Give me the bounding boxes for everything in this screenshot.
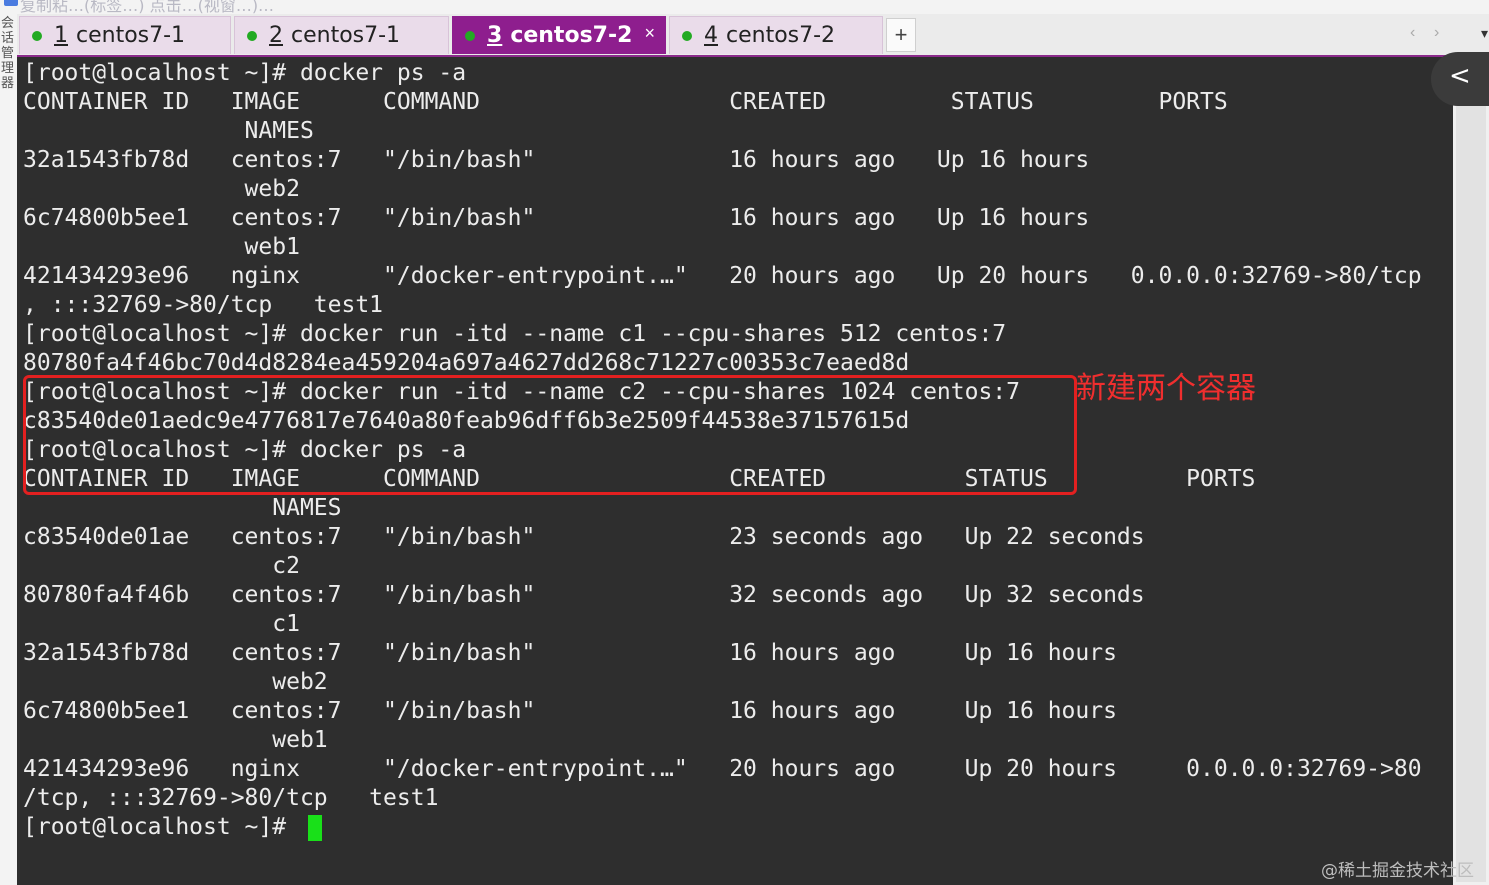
connected-status-icon — [32, 31, 42, 41]
terminal-line: 421434293e96 nginx "/docker-entrypoint.…… — [23, 263, 1422, 289]
terminal-line: , :::32769->80/tcp test1 — [23, 292, 384, 318]
new-tab-button[interactable]: + — [886, 18, 916, 52]
terminal-line: c83540de01ae centos:7 "/bin/bash" 23 sec… — [23, 524, 1145, 550]
tab-label: 2 centos7-1 — [269, 23, 401, 48]
terminal-line: 80780fa4f46b centos:7 "/bin/bash" 32 sec… — [23, 582, 1145, 608]
tab-4[interactable]: 4 centos7-2 — [669, 16, 883, 54]
tab-label: 4 centos7-2 — [704, 23, 836, 48]
terminal-line: [root@localhost ~]# docker run -itd --na… — [23, 321, 1007, 347]
highlight-annotation-box — [23, 375, 1077, 495]
tab-label: 1 centos7-1 — [54, 23, 186, 48]
terminal-line: 80780fa4f46bc70d4d8284ea459204a697a4627d… — [23, 350, 910, 376]
session-manager-side-tab[interactable]: 会话管理器 — [0, 14, 18, 885]
terminal-line: 421434293e96 nginx "/docker-entrypoint.…… — [23, 756, 1422, 782]
scroll-tabs-left-icon[interactable]: ‹ — [1410, 24, 1415, 42]
app-icon — [4, 0, 18, 6]
terminal-line: web1 — [23, 727, 328, 753]
window-title: 复制粘…(标签…) 点击…(视窗…)… — [20, 0, 275, 14]
connected-status-icon — [247, 31, 257, 41]
terminal-line: c2 — [23, 553, 300, 579]
terminal-line: c1 — [23, 611, 300, 637]
terminal-line: CONTAINER ID IMAGE COMMAND CREATED STATU… — [23, 89, 1228, 115]
tab-2[interactable]: 2 centos7-1 — [234, 16, 449, 54]
terminal-line: [root@localhost ~]# docker ps -a — [23, 60, 467, 86]
terminal-line: web2 — [23, 669, 328, 695]
terminal-line: web2 — [23, 176, 300, 202]
terminal-line: /tcp, :::32769->80/tcp test1 — [23, 785, 439, 811]
collapse-panel-button[interactable]: < — [1431, 52, 1489, 106]
connected-status-icon — [465, 31, 475, 41]
vertical-scrollbar[interactable] — [1453, 57, 1489, 885]
terminal-line: web1 — [23, 234, 300, 260]
tab-3-active[interactable]: 3 centos7-2 × — [452, 16, 666, 54]
chevron-left-icon: < — [1449, 61, 1471, 91]
terminal-line: NAMES — [23, 118, 314, 144]
window-titlebar-strip: 复制粘…(标签…) 点击…(视窗…)… — [0, 0, 1489, 14]
tab-list-dropdown-icon[interactable]: ▾ — [1481, 25, 1488, 42]
terminal-line: 6c74800b5ee1 centos:7 "/bin/bash" 16 hou… — [23, 698, 1117, 724]
scroll-tabs-right-icon[interactable]: › — [1434, 24, 1439, 42]
tab-bar: 1 centos7-1 2 centos7-1 3 centos7-2 × 4 cent… — [17, 14, 1489, 57]
side-tab-label: 会话管理器 — [1, 16, 15, 91]
annotation-label: 新建两个容器 — [1076, 371, 1256, 406]
watermark: @稀土掘金技术社区 — [1321, 861, 1474, 881]
terminal-line: [root@localhost ~]# — [23, 814, 300, 840]
tab-1[interactable]: 1 centos7-1 — [19, 16, 231, 54]
tab-close-icon[interactable]: × — [644, 23, 655, 44]
tab-label: 3 centos7-2 — [487, 23, 633, 48]
scrollbar-thumb[interactable] — [1456, 97, 1486, 882]
terminal-line: 32a1543fb78d centos:7 "/bin/bash" 16 hou… — [23, 147, 1090, 173]
terminal-line: 6c74800b5ee1 centos:7 "/bin/bash" 16 hou… — [23, 205, 1090, 231]
terminal-line: 32a1543fb78d centos:7 "/bin/bash" 16 hou… — [23, 640, 1117, 666]
connected-status-icon — [682, 31, 692, 41]
terminal-output[interactable]: [root@localhost ~]# docker ps -a CONTAINE… — [17, 57, 1453, 885]
terminal-line: NAMES — [23, 495, 342, 521]
terminal-cursor — [308, 815, 322, 841]
